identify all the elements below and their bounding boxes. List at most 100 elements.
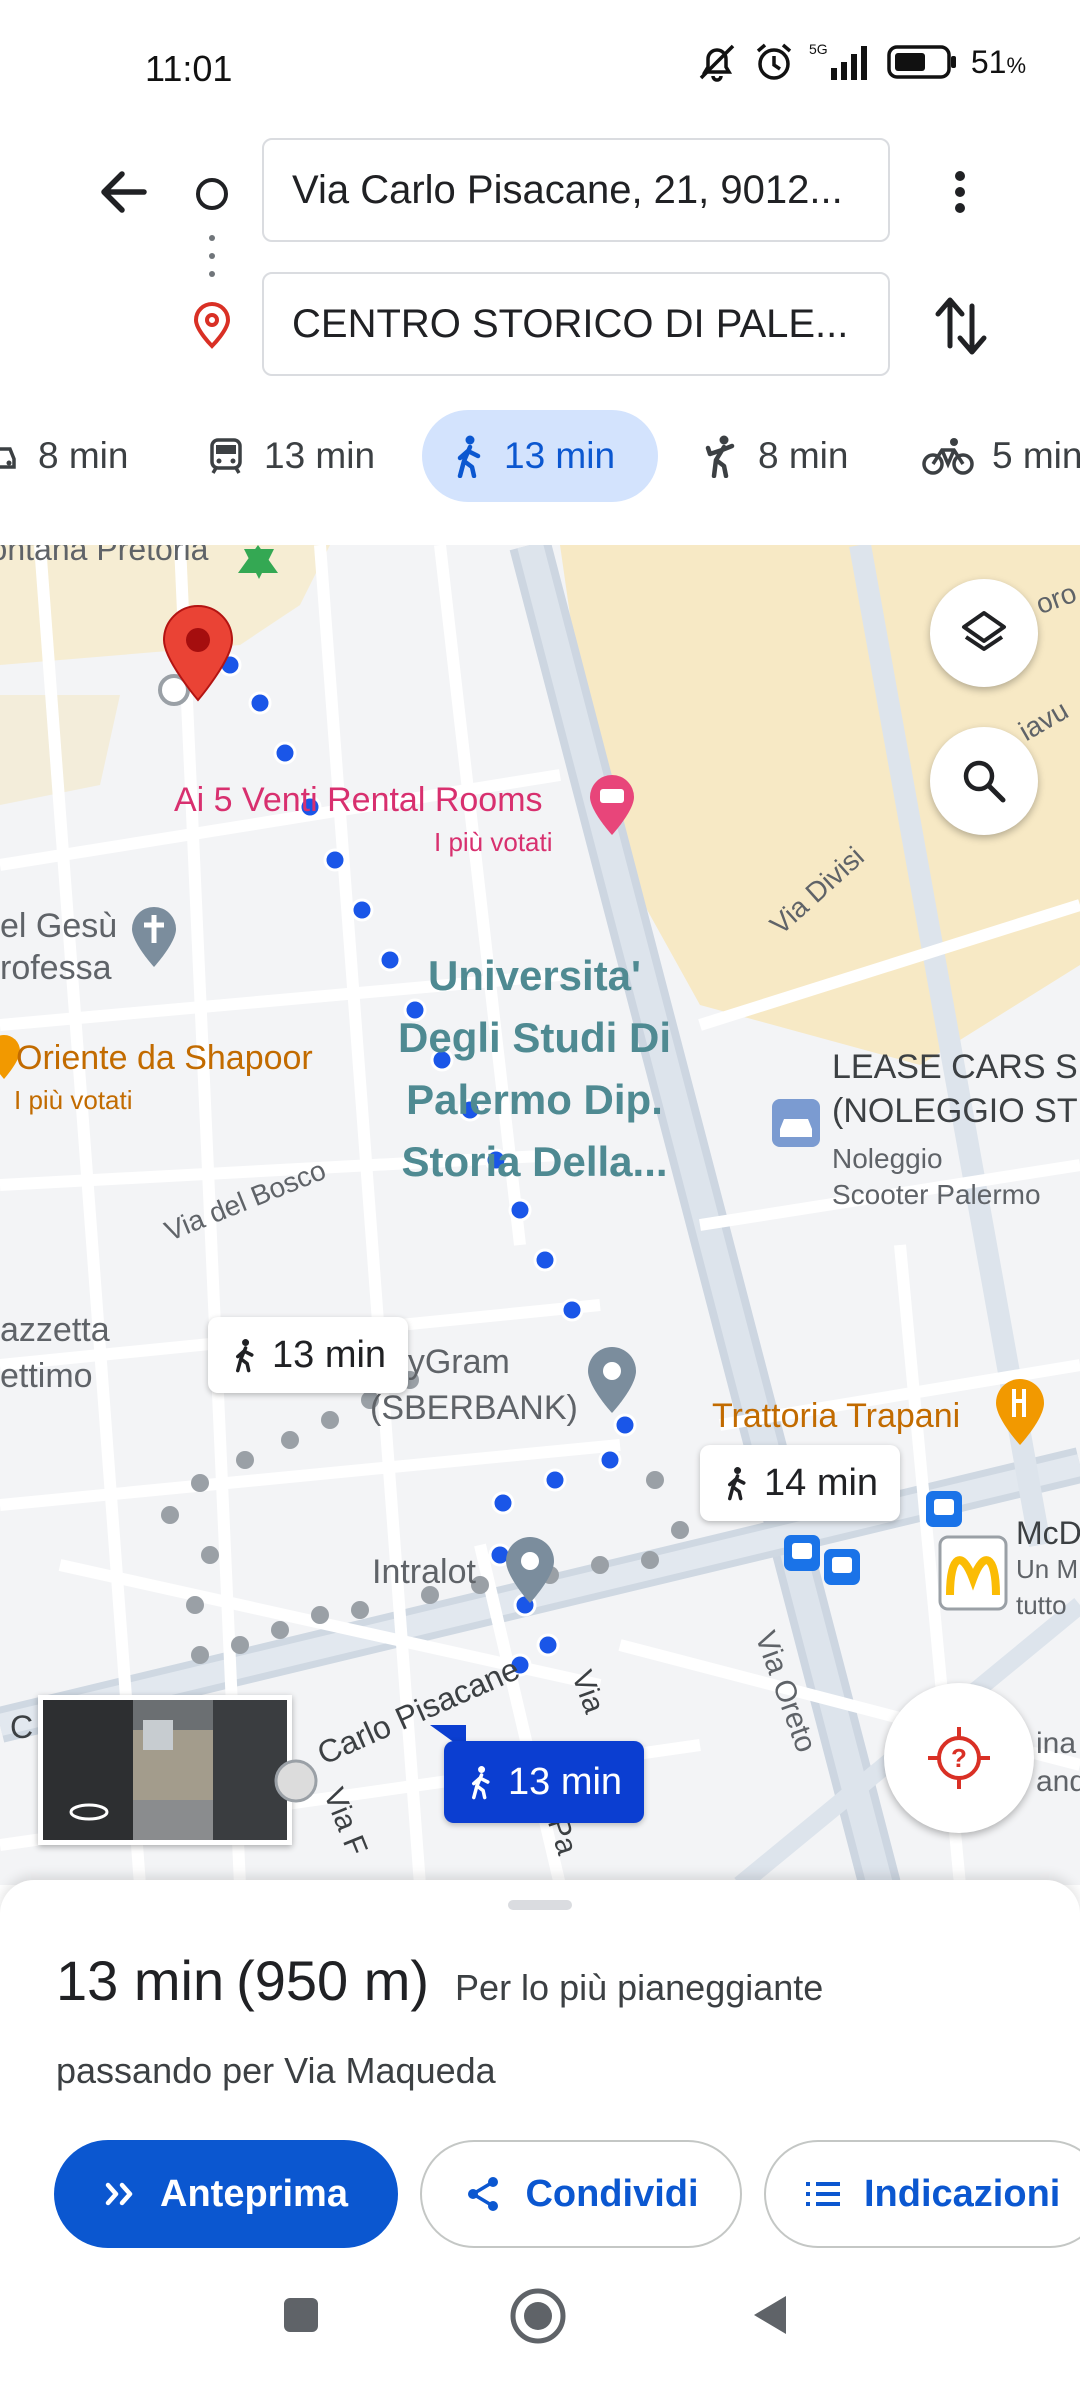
back-button[interactable] — [84, 152, 164, 232]
alt-route-time-1: 13 min — [272, 1333, 387, 1376]
church-marker-icon — [132, 907, 176, 967]
muted-bell-icon — [699, 44, 735, 82]
tab-car[interactable]: 8 min — [0, 410, 128, 502]
preview-button[interactable]: Anteprima — [54, 2140, 398, 2248]
tab-walk[interactable]: 13 min — [422, 410, 658, 502]
nav-back-button[interactable] — [746, 2290, 796, 2340]
nav-home-button[interactable] — [506, 2284, 570, 2348]
bus-stop-icon-3 — [926, 1491, 962, 1527]
alarm-icon — [756, 43, 791, 80]
my-location-button[interactable]: ? — [884, 1683, 1034, 1833]
tab-transit-label: 13 min — [264, 435, 376, 476]
status-icons: 5G 51% — [695, 40, 1026, 84]
origin-field[interactable]: Via Carlo Pisacane, 21, 9012... — [262, 138, 890, 242]
bus-stop-icon-2 — [824, 1549, 860, 1585]
hotel-marker-icon — [590, 775, 634, 835]
more-vert-icon — [955, 171, 965, 213]
destination-field[interactable]: CENTRO STORICO DI PALE... — [262, 272, 890, 376]
map-layers-button[interactable] — [930, 579, 1038, 687]
tab-car-label: 8 min — [38, 435, 129, 476]
walk-icon — [472, 1766, 490, 1800]
rotate-360-icon — [69, 1803, 109, 1821]
car-rental-icon — [772, 1099, 820, 1147]
bus-stop-icon — [784, 1535, 820, 1571]
walk-icon — [236, 1339, 254, 1373]
route-summary: 13 min (950 m) Per lo più pianeggiante — [56, 1948, 823, 2013]
mcdonalds-logo-icon — [938, 1535, 1008, 1611]
walk-icon — [728, 1467, 746, 1501]
alt-route-time-bubble-1[interactable]: 13 min — [208, 1317, 409, 1393]
map-label-gesu: el Gesù rofessa — [0, 907, 118, 987]
map-label-ina: ina and — [1036, 1727, 1080, 1798]
destination-marker-icon — [158, 605, 234, 706]
double-chevron-icon — [105, 2182, 133, 2206]
selected-route-time: 13 min — [508, 1760, 623, 1803]
map-label-university: Universita' Degli Studi Di Palermo Dip. … — [398, 952, 671, 1185]
route-dots-icon — [209, 235, 215, 277]
alt-route-time-2: 14 min — [764, 1461, 879, 1504]
walk-icon — [457, 435, 481, 478]
battery-icon — [887, 45, 956, 79]
swap-route-button[interactable] — [926, 286, 996, 366]
share-label: Condividi — [525, 2172, 699, 2215]
map-label-ai5venti: Ai 5 Venti Rental Rooms — [174, 781, 543, 819]
map-label-oriente: Oriente da Shapoor — [16, 1039, 313, 1077]
signal-5g-icon: 5G — [809, 41, 867, 80]
tab-transit[interactable]: 13 min — [206, 410, 375, 502]
map-label-pretoria: Fontana Pretoria — [0, 545, 209, 567]
map-label-intralot: Intralot — [372, 1553, 476, 1591]
directions-list-button[interactable]: Indicazioni — [764, 2140, 1080, 2248]
route-terrain-note: Per lo più pianeggiante — [455, 1967, 824, 2008]
tab-bike[interactable]: 5 min — [922, 410, 1080, 502]
location-unknown-icon: ? — [928, 1727, 990, 1789]
route-duration: 13 min — [56, 1949, 225, 2012]
home-circle-icon — [510, 2288, 566, 2344]
arrow-back-icon — [101, 171, 147, 213]
swap-vert-icon — [935, 297, 987, 355]
nav-recents-button[interactable] — [276, 2290, 326, 2340]
route-distance: (950 m) — [236, 1949, 430, 2012]
travel-mode-tabs: 8 min 13 min 13 min 8 min 5 min — [0, 410, 1080, 510]
tab-ride-label: 8 min — [758, 435, 849, 476]
tab-ride[interactable]: 8 min — [700, 410, 848, 502]
map-label-piazzetta: azzetta ettimo — [0, 1311, 110, 1395]
moneygram-marker-icon — [588, 1347, 636, 1413]
share-button[interactable]: Condividi — [420, 2140, 742, 2248]
layers-icon — [962, 611, 1006, 651]
directions-label: Indicazioni — [864, 2172, 1061, 2215]
back-triangle-icon — [754, 2296, 786, 2334]
route-path — [161, 653, 689, 1677]
ride-icon — [705, 435, 735, 478]
map-label-trattoria: Trattoria Trapani — [712, 1397, 961, 1435]
map-search-button[interactable] — [930, 727, 1038, 835]
more-options-button[interactable] — [930, 150, 990, 234]
street-view-thumbnail[interactable] — [38, 1695, 292, 1845]
map-label-scooter: Noleggio Scooter Palermo — [832, 1143, 1041, 1210]
recents-square-icon — [284, 2298, 318, 2332]
car-icon — [0, 447, 16, 469]
share-icon — [468, 2177, 499, 2211]
intralot-marker-icon — [506, 1537, 554, 1603]
status-bar: 11:01 5G 51% — [0, 0, 1080, 130]
pretoria-marker-icon — [244, 549, 274, 579]
search-icon — [963, 760, 1006, 803]
alt-route-time-bubble-2[interactable]: 14 min — [700, 1445, 901, 1521]
list-icon — [806, 2182, 840, 2206]
battery-percent: 51% — [970, 43, 1026, 80]
map-label-oriente-sub: I più votati — [14, 1085, 133, 1115]
sheet-drag-handle[interactable] — [508, 1900, 572, 1910]
status-time: 11:01 — [145, 48, 233, 89]
svg-text:?: ? — [951, 1743, 967, 1773]
map-view[interactable]: Fontana Pretoria Ai 5 Venti Rental Rooms… — [0, 545, 1080, 1885]
map-label-mcdonalds: McD Un M tutto — [1016, 1515, 1080, 1620]
route-via: passando per Via Maqueda — [56, 2050, 496, 2091]
tab-walk-label: 13 min — [504, 435, 616, 476]
street-view-pegman-dot — [274, 1759, 318, 1803]
map-label-ai5venti-sub: I più votati — [434, 827, 553, 857]
destination-pin-icon — [193, 302, 231, 349]
route-bottom-sheet[interactable]: 13 min (950 m) Per lo più pianeggiante p… — [0, 1880, 1080, 2400]
selected-route-time-bubble[interactable]: 13 min — [444, 1741, 645, 1823]
origin-circle-icon — [196, 178, 228, 210]
street-label-c: C — [10, 1709, 34, 1745]
transit-icon — [210, 438, 242, 474]
